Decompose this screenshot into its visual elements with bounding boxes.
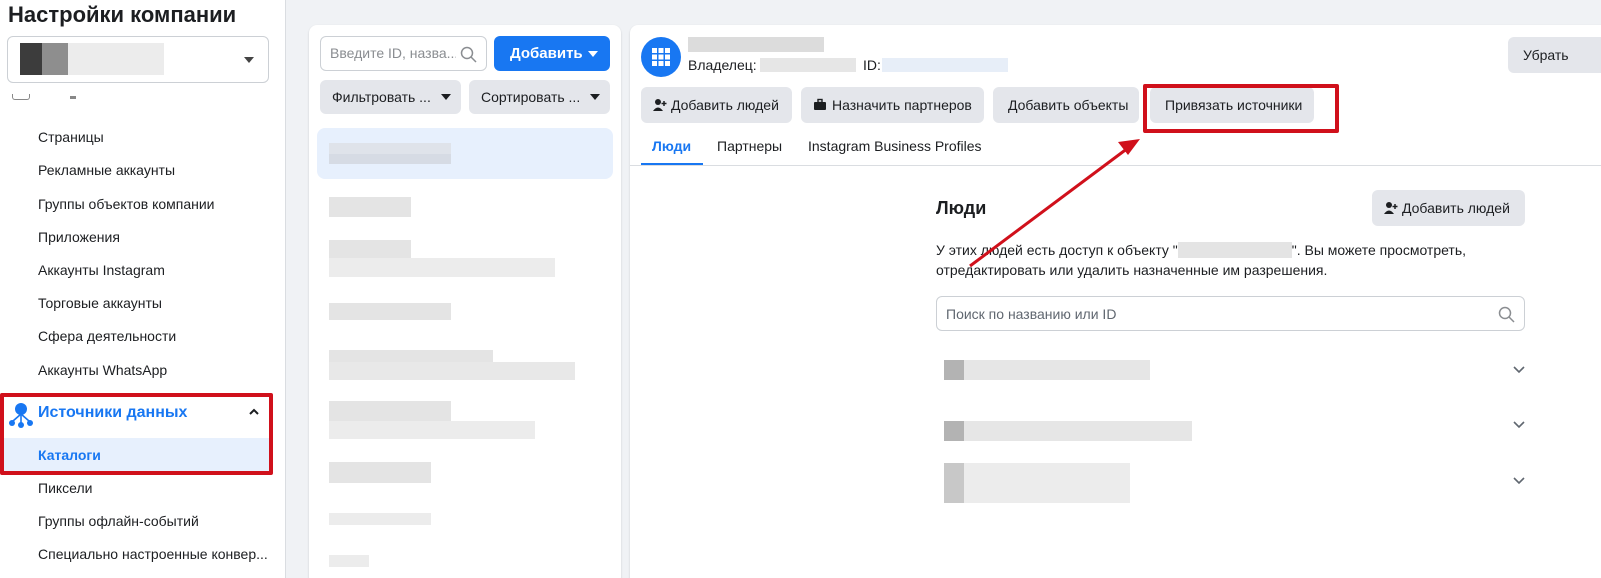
person-name-redacted [964, 360, 1150, 380]
search-icon [460, 46, 477, 63]
list-item[interactable] [317, 128, 613, 179]
account-name-redacted [42, 43, 68, 75]
truncated-section-label [70, 96, 76, 99]
add-person-icon [1384, 202, 1398, 214]
person-row[interactable] [926, 350, 1526, 394]
filter-dropdown-button[interactable]: Фильтровать ... [320, 80, 461, 114]
list-item[interactable] [317, 301, 613, 321]
sidebar-item-apps[interactable]: Приложения [38, 229, 120, 245]
grid-icon [652, 48, 670, 66]
sidebar-item-offline-event-sets[interactable]: Группы офлайн-событий [38, 513, 199, 529]
add-person-icon [653, 99, 667, 111]
people-section-title: Люди [936, 198, 987, 218]
people-search [936, 296, 1525, 331]
chevron-down-icon[interactable] [1512, 473, 1526, 487]
add-dropdown-button[interactable]: Добавить [494, 36, 610, 71]
description-start: У этих людей есть доступ к объекту " [936, 242, 1178, 258]
account-name-redacted [68, 43, 164, 75]
chevron-up-icon [249, 408, 259, 415]
chevron-down-icon[interactable] [1512, 417, 1526, 431]
tab-people[interactable]: Люди [652, 138, 691, 154]
catalog-id-redacted [882, 58, 1008, 72]
person-row[interactable] [926, 461, 1526, 505]
person-name-redacted [964, 421, 1192, 441]
sidebar-item-commerce-accounts[interactable]: Торговые аккаунты [38, 295, 162, 311]
account-avatar [20, 43, 42, 75]
list-item[interactable] [317, 195, 613, 219]
sidebar-item-label: Каталоги [38, 447, 101, 463]
chevron-down-icon [244, 57, 254, 63]
remove-label: Убрать [1523, 47, 1569, 63]
caret-down-icon [441, 94, 451, 100]
person-avatar-redacted [944, 360, 964, 380]
business-account-selector[interactable] [7, 36, 269, 83]
person-row[interactable] [926, 405, 1526, 449]
chevron-down-icon[interactable] [1512, 362, 1526, 376]
list-item[interactable] [317, 513, 613, 527]
caret-down-icon [590, 94, 600, 100]
add-people-label: Добавить людей [671, 97, 779, 113]
list-item[interactable] [317, 240, 613, 280]
owner-label: Владелец: [688, 57, 757, 73]
sort-label: Сортировать ... [481, 89, 581, 105]
sidebar-item-pixels[interactable]: Пиксели [38, 480, 92, 496]
id-label: ID: [863, 57, 881, 73]
list-item[interactable] [317, 555, 613, 569]
link-sources-button[interactable]: Привязать источники [1150, 87, 1314, 123]
list-item[interactable] [317, 350, 613, 382]
briefcase-icon [814, 98, 826, 110]
tab-instagram-business-profiles[interactable]: Instagram Business Profiles [808, 138, 982, 154]
assign-partners-button[interactable]: Назначить партнеров [801, 87, 984, 123]
catalog-name-redacted [1177, 242, 1292, 258]
sidebar-item-instagram-accounts[interactable]: Аккаунты Instagram [38, 262, 165, 278]
list-item[interactable] [317, 462, 613, 484]
page-title: Настройки компании [8, 2, 237, 27]
sort-dropdown-button[interactable]: Сортировать ... [469, 80, 610, 114]
add-people-secondary-label: Добавить людей [1402, 200, 1510, 216]
sidebar-item-whatsapp-accounts[interactable]: Аккаунты WhatsApp [38, 362, 167, 378]
people-description: У этих людей есть доступ к объекту " ". В… [936, 240, 1496, 280]
add-people-button[interactable]: Добавить людей [641, 87, 792, 123]
add-assets-label: Добавить объекты [1008, 97, 1129, 113]
sidebar-item-catalogs[interactable]: Каталоги [3, 438, 271, 473]
catalog-name-redacted [688, 37, 824, 52]
tab-partners[interactable]: Партнеры [717, 138, 782, 154]
list-item[interactable] [317, 401, 613, 441]
remove-button[interactable]: Убрать [1508, 37, 1601, 73]
assign-partners-label: Назначить партнеров [832, 97, 972, 113]
sidebar-item-custom-conversions[interactable]: Специально настроенные конвер... [38, 546, 268, 562]
sidebar-item-business-asset-groups[interactable]: Группы объектов компании [38, 196, 215, 212]
sidebar-section-data-sources[interactable]: Источники данных [2, 394, 272, 436]
caret-down-icon [588, 51, 598, 57]
catalog-search-input[interactable] [330, 45, 456, 61]
filter-label: Фильтровать ... [332, 89, 431, 105]
sidebar-section-label: Источники данных [38, 404, 188, 421]
owner-name-redacted [760, 58, 856, 72]
sidebar-item-business-verticals[interactable]: Сфера деятельности [38, 328, 176, 344]
catalog-detail-panel: Владелец: ID: Убрать Добавить людей Назн… [630, 25, 1601, 578]
catalog-avatar [641, 37, 681, 77]
person-name-redacted [964, 463, 1130, 503]
settings-sidebar: Настройки компании Страницы Рекламные ак… [0, 0, 286, 578]
catalog-list-panel: Добавить Фильтровать ... Сортировать ... [309, 25, 621, 578]
add-people-secondary-button[interactable]: Добавить людей [1372, 190, 1525, 226]
search-icon [1498, 306, 1515, 323]
link-sources-label: Привязать источники [1165, 97, 1303, 113]
add-assets-button[interactable]: Добавить объекты [993, 87, 1139, 123]
people-search-input[interactable] [946, 306, 1486, 322]
truncated-section-icon [12, 94, 30, 100]
person-avatar-redacted [944, 421, 964, 441]
tabs-divider [630, 165, 1601, 166]
sidebar-item-ad-accounts[interactable]: Рекламные аккаунты [38, 162, 175, 178]
catalog-search [320, 36, 487, 71]
add-button-label: Добавить [510, 45, 583, 62]
sidebar-item-pages[interactable]: Страницы [38, 129, 104, 145]
person-avatar-redacted [944, 463, 964, 503]
data-sources-icon [9, 403, 33, 428]
